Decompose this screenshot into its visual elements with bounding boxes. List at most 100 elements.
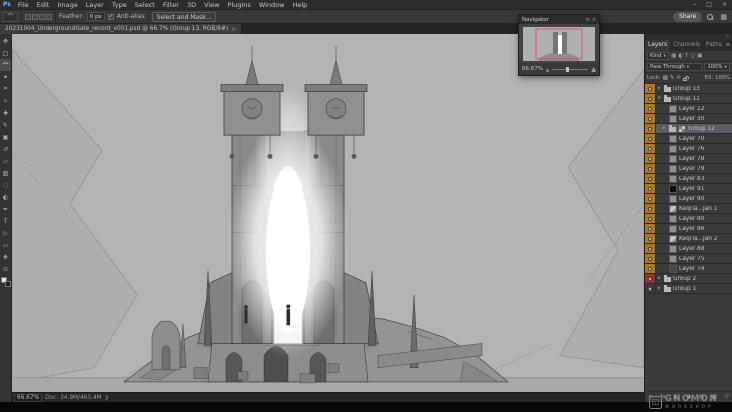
navigator-header[interactable]: Navigator ≡ × xyxy=(519,15,599,24)
layer-row-group-11[interactable]: ▾ Group 11 xyxy=(645,94,732,104)
menu-file[interactable]: File xyxy=(14,0,33,10)
layer-row-body[interactable]: Layer 12 xyxy=(656,104,732,113)
layer-row-body[interactable]: Layer 88 xyxy=(656,244,732,253)
layer-row-layer-75[interactable]: Layer 75 xyxy=(645,254,732,264)
type-filter-icon[interactable]: T xyxy=(685,53,688,59)
layer-row-body[interactable]: Layer 79 xyxy=(656,164,732,173)
tool-shape[interactable]: ▭ xyxy=(0,239,11,251)
layer-row-keqita-jan-1[interactable]: KeqiTa...Jan 1 xyxy=(645,204,732,214)
layer-row-body[interactable]: ▸ Group 12 xyxy=(656,124,732,133)
expander-icon[interactable]: ▸ xyxy=(663,126,667,131)
opacity-dropdown[interactable]: 100% ▼ xyxy=(704,63,730,71)
expander-icon[interactable]: ▾ xyxy=(658,96,662,101)
layer-row-body[interactable]: Layer 75 xyxy=(656,254,732,263)
layer-name[interactable]: Layer 76 xyxy=(679,146,704,152)
visibility-toggle[interactable] xyxy=(645,124,656,133)
layer-name[interactable]: Group 1 xyxy=(673,286,696,292)
intersect-selection-icon[interactable] xyxy=(46,13,52,20)
visibility-toggle[interactable] xyxy=(645,264,656,273)
layer-name[interactable]: Layer 83 xyxy=(679,176,704,182)
layer-row-layer-91[interactable]: Layer 91 xyxy=(645,184,732,194)
layer-row-body[interactable]: Layer 80 xyxy=(656,214,732,223)
menu-view[interactable]: View xyxy=(200,0,223,10)
layer-row-body[interactable]: Layer 70 xyxy=(656,134,732,143)
tool-move[interactable]: ✥ xyxy=(0,35,11,47)
feather-input[interactable]: 0 px xyxy=(86,12,105,21)
tool-clone-stamp[interactable]: ▣ xyxy=(0,131,11,143)
menu-3d[interactable]: 3D xyxy=(183,0,200,10)
layer-row-body[interactable]: Layer 86 xyxy=(656,224,732,233)
visibility-toggle[interactable] xyxy=(645,214,656,223)
lock-transparency-icon[interactable]: ▩ xyxy=(663,75,668,81)
delete-layer-icon[interactable]: ▽ xyxy=(725,394,729,400)
layer-name[interactable]: Layer 75 xyxy=(679,256,704,262)
tool-zoom[interactable]: ⊙ xyxy=(0,263,11,275)
menu-select[interactable]: Select xyxy=(131,0,159,10)
navigator-preview[interactable] xyxy=(519,24,599,63)
layer-row-body[interactable]: ▸ Group 2 xyxy=(656,274,732,283)
smart-object-filter-icon[interactable]: ▣ xyxy=(697,53,702,59)
layer-row-body[interactable]: Layer 76 xyxy=(656,144,732,153)
layer-name[interactable]: Layer 78 xyxy=(679,156,704,162)
select-and-mask-button[interactable]: Select and Mask... xyxy=(151,11,217,22)
tool-eyedropper[interactable]: ✧ xyxy=(0,95,11,107)
layer-row-body[interactable]: KeqiTa...Jan 1 xyxy=(656,204,732,213)
share-button[interactable]: Share xyxy=(673,11,703,22)
menu-layer[interactable]: Layer xyxy=(82,0,108,10)
document-tab[interactable]: 20231004_UndergroundGate_record_v001.psd… xyxy=(0,24,243,34)
tool-pen[interactable]: ✒ xyxy=(0,203,11,215)
pixel-filter-icon[interactable]: ▦ xyxy=(671,53,676,59)
layer-row-body[interactable]: Layer 91 xyxy=(656,184,732,193)
tool-blur[interactable]: ◌ xyxy=(0,179,11,191)
layer-name[interactable]: Layer 70 xyxy=(679,136,704,142)
adjustment-filter-icon[interactable]: ◐ xyxy=(678,53,683,59)
layer-row-group-1[interactable]: ▸ Group 1 xyxy=(645,284,732,294)
layer-name[interactable]: KeqiTa...Jan 2 xyxy=(679,236,718,242)
visibility-toggle[interactable] xyxy=(645,144,656,153)
blend-mode-dropdown[interactable]: Pass Through ▼ xyxy=(647,63,703,71)
layer-row-group-13[interactable]: ▸ Group 13 xyxy=(645,84,732,94)
expander-icon[interactable]: ▸ xyxy=(658,276,662,281)
visibility-toggle[interactable] xyxy=(645,204,656,213)
tool-rectangular-marquee[interactable]: □ xyxy=(0,47,11,59)
zoom-level-input[interactable]: 66.67% xyxy=(14,393,43,402)
filter-kind-dropdown[interactable]: Kind ▼ xyxy=(647,52,670,60)
expander-icon[interactable]: ▸ xyxy=(658,86,662,91)
layer-row-body[interactable]: ▸ Group 13 xyxy=(656,84,732,93)
layer-row-group-2[interactable]: ▸ Group 2 xyxy=(645,274,732,284)
layer-row-body[interactable]: KeqiTa...Jan 2 xyxy=(656,234,732,243)
zoom-in-icon[interactable]: ▲ xyxy=(591,66,596,73)
layer-row-layer-12[interactable]: Layer 12 xyxy=(645,104,732,114)
tool-eraser[interactable]: ▱ xyxy=(0,155,11,167)
visibility-toggle[interactable] xyxy=(645,104,656,113)
navigator-menu-icon[interactable]: ≡ xyxy=(586,17,590,23)
color-swatches[interactable] xyxy=(0,277,11,287)
visibility-toggle[interactable] xyxy=(645,224,656,233)
tool-path-selection[interactable]: ▷ xyxy=(0,227,11,239)
layer-name[interactable]: Layer 74 xyxy=(679,266,704,272)
menu-plugins[interactable]: Plugins xyxy=(224,0,255,10)
layer-name[interactable]: Group 13 xyxy=(673,86,700,92)
layer-name[interactable]: Layer 80 xyxy=(679,216,704,222)
visibility-toggle[interactable] xyxy=(645,154,656,163)
layer-row-layer-88[interactable]: Layer 88 xyxy=(645,244,732,254)
subtract-selection-icon[interactable] xyxy=(39,13,45,20)
slider-thumb[interactable] xyxy=(565,66,569,72)
layer-name[interactable]: Layer 88 xyxy=(679,246,704,252)
shape-filter-icon[interactable]: ◻ xyxy=(691,53,696,59)
navigator-zoom-value[interactable]: 66.67% xyxy=(522,66,543,72)
expander-icon[interactable]: ▸ xyxy=(658,286,662,291)
tab-paths[interactable]: Paths xyxy=(703,40,725,51)
tool-hand[interactable]: ❖ xyxy=(0,251,11,263)
layer-name[interactable]: Group 2 xyxy=(673,276,696,282)
panel-menu-icon[interactable]: ≡ xyxy=(725,40,732,51)
zoom-out-icon[interactable]: ▲ xyxy=(546,67,549,72)
visibility-toggle[interactable] xyxy=(645,94,656,103)
layer-row-body[interactable]: Layer 30 xyxy=(656,114,732,123)
menu-type[interactable]: Type xyxy=(108,0,131,10)
visibility-toggle[interactable] xyxy=(645,254,656,263)
tool-quick-selection[interactable]: ✦ xyxy=(0,71,11,83)
antialias-checkbox[interactable]: ✓ xyxy=(107,13,114,20)
tool-gradient[interactable]: ▨ xyxy=(0,167,11,179)
visibility-toggle[interactable] xyxy=(645,194,656,203)
